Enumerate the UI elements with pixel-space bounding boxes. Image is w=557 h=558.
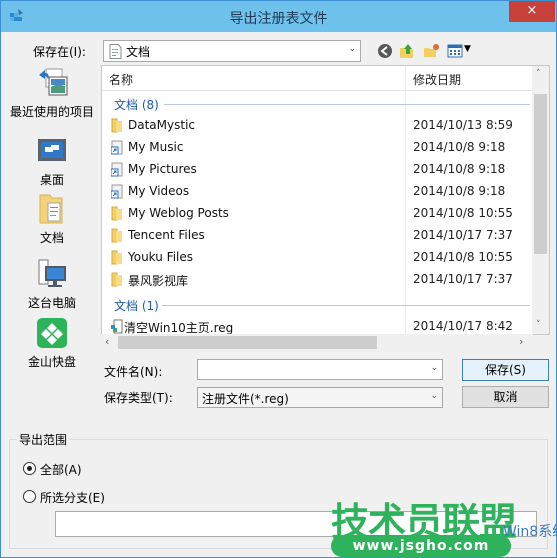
- chevron-down-icon: ⌄: [348, 44, 356, 54]
- this-pc-icon: [38, 259, 66, 287]
- back-icon[interactable]: [377, 43, 393, 59]
- folder-icon: [111, 118, 122, 133]
- branch-path-input[interactable]: [55, 511, 537, 537]
- place-recent-items[interactable]: 最近使用的项目: [7, 67, 97, 120]
- registry-file-icon: [111, 319, 123, 334]
- group-divider: [164, 104, 530, 105]
- chevron-down-icon: ⌄: [430, 391, 438, 401]
- place-documents[interactable]: 文档: [7, 193, 97, 246]
- list-item[interactable]: My Music 2014/10/8 9:18: [102, 137, 532, 159]
- list-item[interactable]: 清空Win10主页.reg 2014/10/17 8:42: [102, 316, 532, 334]
- column-header-row: ˄ 名称 修改日期: [102, 66, 532, 91]
- group-divider: [162, 305, 530, 306]
- scroll-up-icon[interactable]: ˄: [536, 69, 541, 79]
- scroll-down-icon[interactable]: ˅: [536, 320, 541, 330]
- filename-label: 文件名(N):: [104, 365, 163, 379]
- cancel-button[interactable]: 取消: [462, 386, 549, 408]
- desktop-icon: [38, 139, 66, 161]
- group-header[interactable]: 文档 (8): [114, 96, 159, 113]
- filetype-dropdown[interactable]: 注册文件(*.reg) ⌄: [197, 387, 443, 408]
- folder-icon: [111, 206, 122, 221]
- save-button[interactable]: 保存(S): [462, 359, 549, 381]
- export-registry-dialog: 导出注册表文件 × 保存在(I): 文档 ⌄ ▼ 最近使用的项目 桌面 文档 这…: [0, 0, 557, 558]
- places-bar: 最近使用的项目 桌面 文档 这台电脑 金山快盘: [7, 65, 97, 375]
- place-this-pc[interactable]: 这台电脑: [7, 258, 97, 311]
- scrollbar-thumb[interactable]: [534, 94, 547, 254]
- close-icon: ×: [526, 3, 538, 18]
- radio-selected-branch[interactable]: [23, 490, 36, 503]
- shortcut-icon: [111, 184, 123, 199]
- vertical-scrollbar[interactable]: ˄ ˅: [532, 66, 549, 334]
- up-folder-icon[interactable]: [399, 43, 415, 59]
- place-label: 这台电脑: [27, 296, 76, 310]
- scrollbar-thumb[interactable]: [118, 336, 377, 349]
- radio-all-label[interactable]: 全部(A): [40, 461, 82, 478]
- sort-ascending-icon: ˄: [250, 65, 255, 74]
- place-label: 桌面: [39, 173, 64, 187]
- list-item[interactable]: 暴风影视库 2014/10/17 7:37: [102, 269, 532, 291]
- shortcut-icon: [111, 140, 123, 155]
- list-item[interactable]: Tencent Files 2014/10/17 7:37: [102, 225, 532, 247]
- radio-selected-branch-label[interactable]: 所选分支(E): [40, 489, 105, 506]
- file-list[interactable]: ˄ 名称 修改日期 文档 (8) DataMystic 2014/10/13 8…: [101, 65, 550, 335]
- folder-icon: [111, 272, 122, 287]
- radio-all[interactable]: [23, 462, 36, 475]
- chevron-down-icon[interactable]: ⌄: [430, 363, 438, 373]
- caret-down-icon: ▼: [464, 44, 471, 54]
- group-header[interactable]: 文档 (1): [114, 297, 159, 314]
- export-range-title: 导出范围: [17, 431, 70, 448]
- column-header-name[interactable]: 名称: [109, 71, 133, 88]
- title-bar: 导出注册表文件 ×: [1, 1, 556, 32]
- save-in-label: 保存在(I):: [33, 45, 86, 59]
- column-header-modified[interactable]: 修改日期: [413, 71, 461, 88]
- list-item[interactable]: My Pictures 2014/10/8 9:18: [102, 159, 532, 181]
- close-button[interactable]: ×: [509, 1, 555, 22]
- filename-input[interactable]: ⌄: [197, 359, 443, 380]
- folder-icon: [111, 250, 122, 265]
- place-desktop[interactable]: 桌面: [7, 135, 97, 188]
- scroll-right-icon[interactable]: ›: [519, 335, 523, 348]
- save-in-value: 文档: [126, 45, 151, 59]
- folder-icon: [111, 228, 122, 243]
- filetype-label: 保存类型(T):: [104, 391, 173, 405]
- scroll-left-icon[interactable]: ‹: [105, 335, 109, 348]
- place-kuaipan[interactable]: 金山快盘: [7, 317, 97, 370]
- horizontal-scrollbar[interactable]: ‹ ›: [101, 334, 533, 351]
- list-item[interactable]: Youku Files 2014/10/8 10:55: [102, 247, 532, 269]
- place-label: 最近使用的项目: [9, 105, 94, 119]
- place-label: 文档: [39, 231, 64, 245]
- new-folder-icon[interactable]: [423, 43, 439, 59]
- place-label: 金山快盘: [27, 355, 76, 369]
- view-menu-button[interactable]: ▼: [447, 43, 473, 59]
- list-item[interactable]: My Weblog Posts 2014/10/8 10:55: [102, 203, 532, 225]
- save-in-dropdown[interactable]: 文档 ⌄: [103, 40, 361, 62]
- kuaipan-icon: [37, 318, 67, 348]
- list-item[interactable]: DataMystic 2014/10/13 8:59: [102, 115, 532, 137]
- documents-icon: [39, 194, 63, 224]
- view-menu-icon: [447, 44, 463, 58]
- dialog-title: 导出注册表文件: [229, 11, 328, 27]
- recent-items-icon: [39, 68, 68, 96]
- list-item[interactable]: My Videos 2014/10/8 9:18: [102, 181, 532, 203]
- documents-icon: [109, 44, 122, 59]
- shortcut-icon: [111, 162, 123, 177]
